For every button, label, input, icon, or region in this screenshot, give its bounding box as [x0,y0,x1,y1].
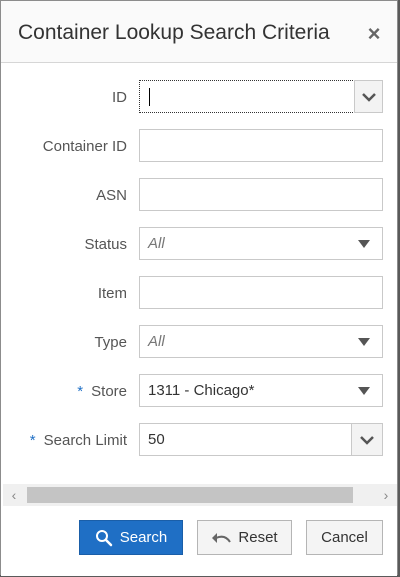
item-input[interactable] [139,276,383,309]
store-select[interactable]: 1311 - Chicago* [139,374,383,407]
dialog-title: Container Lookup Search Criteria [18,21,330,44]
horizontal-scrollbar[interactable]: ‹ › [3,484,397,506]
store-row: * Store 1311 - Chicago* [1,374,397,409]
dropdown-arrow-icon [358,387,370,395]
required-indicator: * [29,432,36,449]
search-button[interactable]: Search [79,520,183,555]
store-value: 1311 - Chicago* [148,382,255,399]
search-limit-row: * Search Limit 50 [1,423,397,458]
container-id-row: Container ID [1,129,397,164]
status-row: Status All [1,227,397,262]
cancel-button[interactable]: Cancel [306,520,383,555]
store-label: Store [91,383,127,400]
search-limit-label-group: * Search Limit [30,423,127,458]
chevron-down-icon [361,92,376,102]
id-input[interactable] [139,80,355,113]
close-icon[interactable]: × [359,19,389,49]
dialog-body: ID Container ID ASN Status All Item Type… [1,63,397,503]
cancel-button-label: Cancel [321,529,368,546]
search-limit-value: 50 [148,431,165,448]
reset-button-label: Reset [238,529,278,546]
dropdown-arrow-icon [358,240,370,248]
reset-button[interactable]: Reset [197,520,292,555]
container-id-input[interactable] [139,129,383,162]
container-id-label: Container ID [42,138,127,155]
scroll-thumb[interactable] [27,487,353,503]
search-limit-label: Search Limit [43,432,127,449]
status-label: Status [84,236,127,253]
search-button-label: Search [119,529,168,546]
type-value: All [148,333,165,350]
chevron-down-icon [360,435,374,445]
status-value: All [148,235,165,252]
dialog-header: Container Lookup Search Criteria × [1,1,397,63]
item-label: Item [97,285,127,302]
search-criteria-dialog: Container Lookup Search Criteria × ID Co… [0,0,398,576]
type-label: Type [94,334,127,351]
text-cursor [149,87,150,106]
dropdown-arrow-icon [358,338,370,346]
asn-row: ASN [1,178,397,213]
search-limit-dropdown-button[interactable] [351,424,382,455]
asn-input[interactable] [139,178,383,211]
asn-label: ASN [96,187,127,204]
type-row: Type All [1,325,397,360]
store-label-group: * Store [77,374,127,409]
item-row: Item [1,276,397,311]
undo-icon [211,531,232,545]
status-select[interactable]: All [139,227,383,260]
id-label: ID [112,89,127,106]
scroll-left-icon[interactable]: ‹ [5,486,23,504]
type-select[interactable]: All [139,325,383,358]
search-limit-combobox[interactable]: 50 [139,423,383,456]
id-row: ID [1,80,397,115]
search-icon [95,529,113,547]
dialog-footer: Search Reset Cancel [1,506,397,576]
scroll-right-icon[interactable]: › [377,486,395,504]
required-indicator: * [77,383,84,400]
id-dropdown-button[interactable] [354,80,383,113]
